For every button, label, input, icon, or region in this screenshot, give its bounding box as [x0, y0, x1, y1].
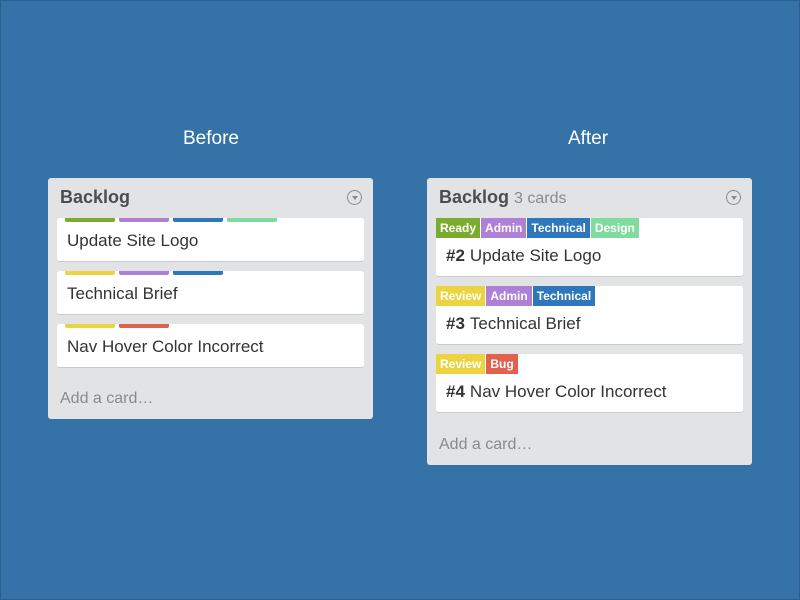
card-update-site-logo[interactable]: Ready Admin Technical Design #2 Update Si… [436, 218, 743, 277]
label-stripe-blue [173, 218, 223, 222]
label-stripe-green [65, 218, 115, 222]
card-labels: Review Admin Technical [436, 286, 596, 306]
card-nav-hover-color[interactable]: Review Bug #4 Nav Hover Color Incorrect [436, 354, 743, 413]
label-design: Design [590, 218, 639, 238]
label-stripe-blue [173, 271, 223, 275]
label-bug: Bug [486, 354, 518, 374]
list-title[interactable]: Backlog [439, 187, 509, 207]
card-title: #3 Technical Brief [446, 314, 580, 334]
card-title-text: Nav Hover Color Incorrect [469, 382, 667, 401]
card-title-text: Update Site Logo [469, 246, 602, 265]
list-header: Backlog 3 cards [439, 187, 709, 209]
card-number: #2 [446, 246, 465, 265]
before-heading: Before [183, 128, 239, 149]
card-title: Nav Hover Color Incorrect [67, 337, 264, 356]
after-heading: After [567, 128, 609, 149]
card-labels: Ready Admin Technical Design [436, 218, 640, 238]
label-review: Review [436, 286, 486, 306]
backlog-list-before: Backlog Update Site Logo Technical Brief… [48, 178, 373, 419]
label-review: Review [436, 354, 486, 374]
card-title: Technical Brief [67, 284, 178, 303]
chevron-down-circle-icon[interactable] [347, 190, 362, 205]
card-title: Update Site Logo [67, 231, 199, 250]
chevron-down-circle-icon[interactable] [726, 190, 741, 205]
card-count: 3 cards [514, 190, 567, 207]
add-card-link[interactable]: Add a card… [60, 390, 153, 408]
list-title[interactable]: Backlog [60, 187, 130, 207]
label-admin: Admin [481, 218, 527, 238]
label-stripes [65, 218, 281, 222]
label-stripe-purple [119, 271, 169, 275]
label-technical: Technical [527, 218, 590, 238]
label-stripe-red [119, 324, 169, 328]
label-stripes [65, 271, 227, 275]
list-header: Backlog [60, 187, 330, 209]
label-stripe-yellow [65, 324, 115, 328]
label-stripe-mint [227, 218, 277, 222]
card-nav-hover-color[interactable]: Nav Hover Color Incorrect [57, 324, 364, 368]
card-number: #3 [446, 314, 465, 333]
add-card-link[interactable]: Add a card… [439, 436, 532, 454]
card-update-site-logo[interactable]: Update Site Logo [57, 218, 364, 262]
label-ready: Ready [436, 218, 481, 238]
label-technical: Technical [532, 286, 596, 306]
label-admin: Admin [486, 286, 532, 306]
card-title: #2 Update Site Logo [446, 246, 601, 266]
card-technical-brief[interactable]: Review Admin Technical #3 Technical Brief [436, 286, 743, 345]
label-stripes [65, 324, 173, 328]
label-stripe-yellow [65, 271, 115, 275]
backlog-list-after: Backlog 3 cards Ready Admin Technical Des… [427, 178, 752, 465]
card-number: #4 [446, 382, 465, 401]
card-labels: Review Bug [436, 354, 519, 374]
card-title-text: Technical Brief [469, 314, 581, 333]
card-technical-brief[interactable]: Technical Brief [57, 271, 364, 315]
label-stripe-purple [119, 218, 169, 222]
card-title: #4 Nav Hover Color Incorrect [446, 382, 666, 402]
